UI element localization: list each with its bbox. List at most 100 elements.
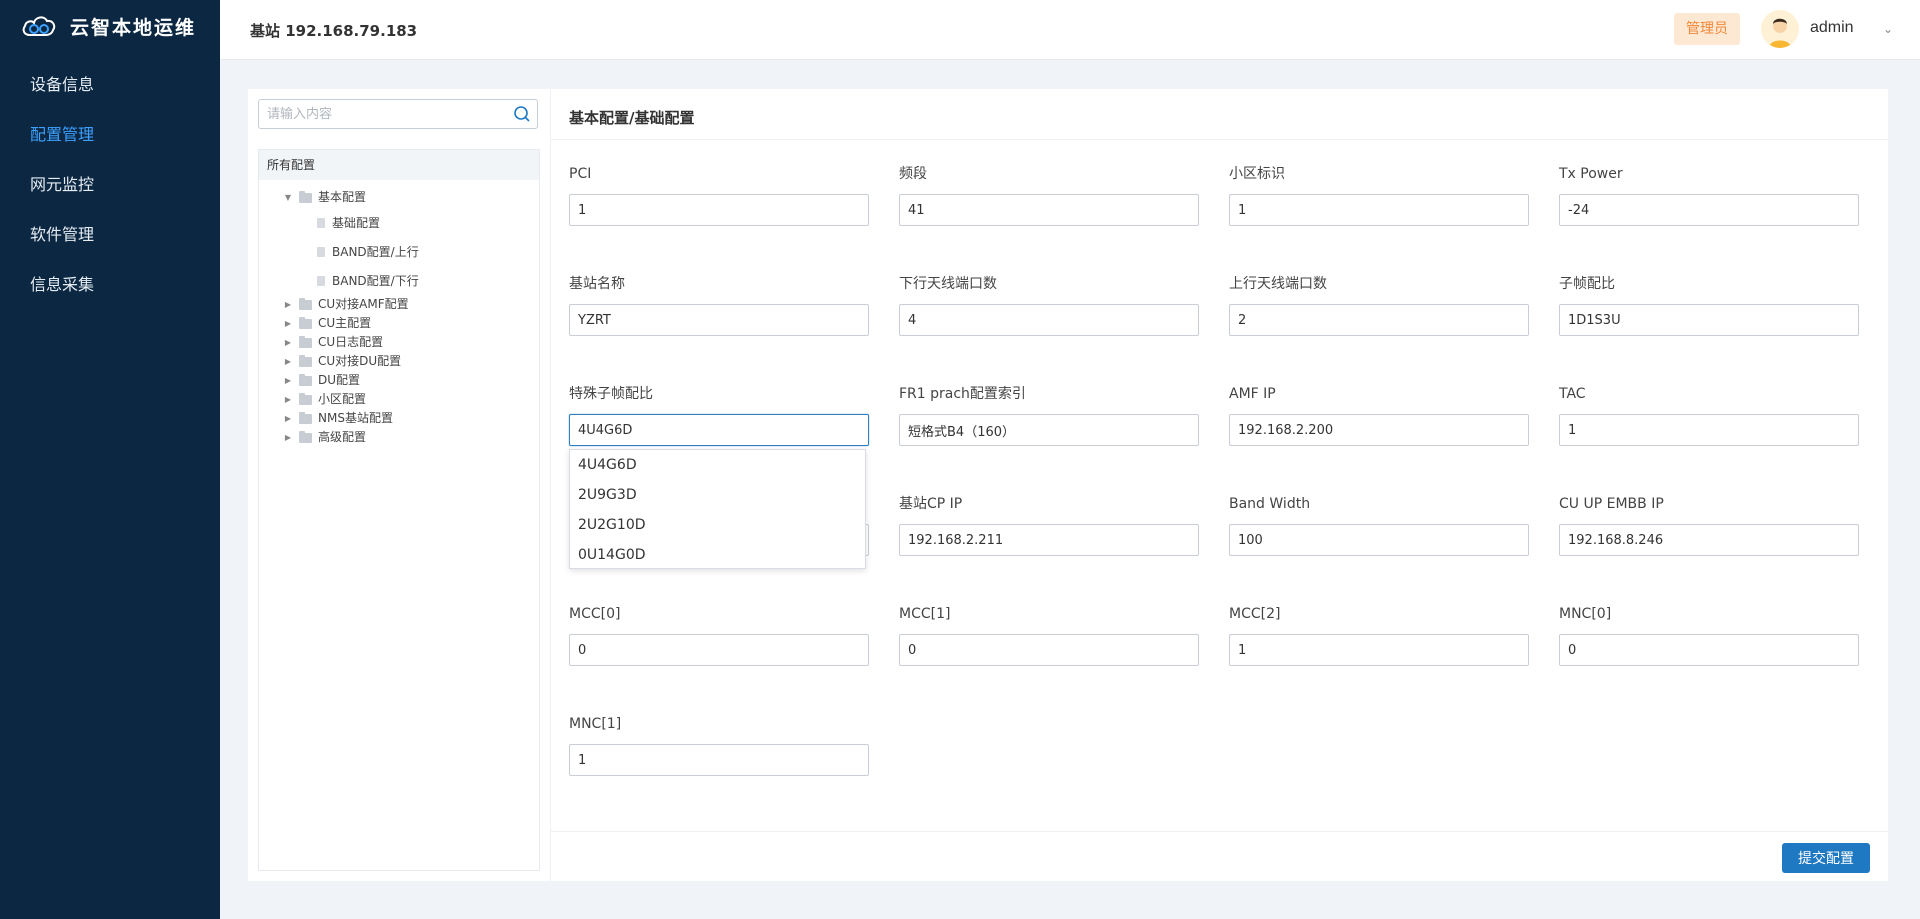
user-avatar-icon[interactable] — [1761, 10, 1799, 48]
tree-node-basic-settings[interactable]: 基础配置 — [259, 214, 539, 233]
field-dl-antenna-ports: 下行天线端口数 — [899, 274, 1199, 336]
submit-config-button[interactable]: 提交配置 — [1782, 843, 1870, 873]
field-label: CU UP EMBB IP — [1559, 496, 1664, 512]
caret-right-icon[interactable]: ▶ — [283, 314, 293, 333]
field-special-subframe-ratio: 特殊子帧配比 — [569, 384, 869, 446]
folder-icon — [299, 317, 312, 329]
sidebar-item-software-management[interactable]: 软件管理 — [0, 210, 220, 260]
tx-power-input[interactable] — [1559, 194, 1859, 226]
caret-right-icon[interactable]: ▶ — [283, 409, 293, 428]
folder-icon — [299, 412, 312, 424]
tree-node-band-uplink[interactable]: BAND配置/上行 — [259, 243, 539, 262]
dropdown-option[interactable]: 2U9G3D — [570, 480, 865, 510]
tree-node-band-downlink[interactable]: BAND配置/下行 — [259, 272, 539, 291]
tree-node-du[interactable]: ▶ DU配置 — [259, 371, 539, 390]
username[interactable]: admin — [1810, 19, 1854, 37]
subframe-ratio-input[interactable] — [1559, 304, 1859, 336]
chevron-down-icon[interactable]: ⌄ — [1883, 22, 1893, 36]
field-cp-ip: 基站CP IP — [899, 494, 1199, 556]
breadcrumb: 基本配置/基础配置 — [569, 109, 695, 127]
tree-node-basic-config[interactable]: ▼ 基本配置 — [259, 188, 539, 207]
field-mcc1: MCC[1] — [899, 604, 1199, 666]
field-label: FR1 prach配置索引 — [899, 386, 1026, 402]
field-amf-ip: AMF IP — [1229, 384, 1529, 446]
field-subframe-ratio: 子帧配比 — [1559, 274, 1859, 336]
field-label: 基站CP IP — [899, 496, 963, 512]
tree-node-cu-du[interactable]: ▶ CU对接DU配置 — [259, 352, 539, 371]
page-title: 基站 192.168.79.183 — [250, 22, 418, 40]
caret-down-icon[interactable]: ▼ — [283, 188, 293, 207]
tree-node-label: 高级配置 — [318, 430, 367, 444]
mcc0-input[interactable] — [569, 634, 869, 666]
mnc0-input[interactable] — [1559, 634, 1859, 666]
field-station-name: 基站名称 — [569, 274, 869, 336]
top-header: 基站 192.168.79.183 管理员 admin ⌄ — [220, 0, 1920, 60]
dropdown-option[interactable]: 2U2G10D — [570, 510, 865, 540]
tree-node-cell[interactable]: ▶ 小区配置 — [259, 390, 539, 409]
mcc1-input[interactable] — [899, 634, 1199, 666]
field-label: 频段 — [899, 166, 927, 182]
bandwidth-input[interactable] — [1229, 524, 1529, 556]
tree-node-label: BAND配置/上行 — [332, 245, 419, 259]
cell-id-input[interactable] — [1229, 194, 1529, 226]
tree-node-label: 基础配置 — [332, 216, 381, 230]
tree-node-cu-log[interactable]: ▶ CU日志配置 — [259, 333, 539, 352]
caret-right-icon[interactable]: ▶ — [283, 352, 293, 371]
field-tac: TAC — [1559, 384, 1859, 446]
sidebar: 云智本地运维 设备信息 配置管理 网元监控 软件管理 信息采集 — [0, 0, 220, 919]
folder-icon — [299, 298, 312, 310]
tree-node-cu-amf[interactable]: ▶ CU对接AMF配置 — [259, 295, 539, 314]
sidebar-item-ne-monitor[interactable]: 网元监控 — [0, 160, 220, 210]
special-subframe-ratio-select[interactable] — [569, 414, 869, 446]
tree-node-label: CU日志配置 — [318, 335, 384, 349]
tree-node-advanced[interactable]: ▶ 高级配置 — [259, 428, 539, 447]
prach-index-input[interactable] — [899, 414, 1199, 446]
field-label: MNC[0] — [1559, 606, 1612, 622]
band-input[interactable] — [899, 194, 1199, 226]
field-label: Tx Power — [1559, 166, 1623, 182]
caret-right-icon[interactable]: ▶ — [283, 295, 293, 314]
file-icon — [317, 276, 325, 286]
folder-icon — [299, 336, 312, 348]
tree-node-cu-main[interactable]: ▶ CU主配置 — [259, 314, 539, 333]
pci-input[interactable] — [569, 194, 869, 226]
caret-right-icon[interactable]: ▶ — [283, 390, 293, 409]
tree-node-nms[interactable]: ▶ NMS基站配置 — [259, 409, 539, 428]
sidebar-item-info-collection[interactable]: 信息采集 — [0, 260, 220, 310]
ul-antenna-ports-input[interactable] — [1229, 304, 1529, 336]
field-label: MCC[2] — [1229, 606, 1281, 622]
tree-root[interactable]: 所有配置 — [259, 150, 539, 180]
tree-search-input[interactable] — [259, 100, 503, 128]
field-tx-power: Tx Power — [1559, 164, 1859, 226]
dl-antenna-ports-input[interactable] — [899, 304, 1199, 336]
field-label: PCI — [569, 166, 592, 182]
sidebar-item-device-info[interactable]: 设备信息 — [0, 60, 220, 110]
mnc1-input[interactable] — [569, 744, 869, 776]
caret-right-icon[interactable]: ▶ — [283, 428, 293, 447]
cp-ip-input[interactable] — [899, 524, 1199, 556]
sidebar-item-config-management[interactable]: 配置管理 — [0, 110, 220, 160]
divider — [551, 831, 1889, 832]
tree-node-label: BAND配置/下行 — [332, 274, 419, 288]
divider — [551, 139, 1889, 140]
search-icon[interactable] — [513, 105, 531, 123]
cu-up-embb-ip-input[interactable] — [1559, 524, 1859, 556]
dropdown-option[interactable]: 4U4G6D — [570, 450, 865, 480]
amf-ip-input[interactable] — [1229, 414, 1529, 446]
tree-node-label: CU对接DU配置 — [318, 354, 402, 368]
dropdown-option[interactable]: 0U14G0D — [570, 540, 865, 570]
tree-node-label: NMS基站配置 — [318, 411, 393, 425]
tac-input[interactable] — [1559, 414, 1859, 446]
config-tree-panel: 所有配置 ▼ 基本配置 基础配置 BAND配置/上行 BAND配置/下行 ▶ C… — [248, 89, 550, 881]
field-label: TAC — [1559, 386, 1586, 402]
caret-right-icon[interactable]: ▶ — [283, 333, 293, 352]
field-label: 小区标识 — [1229, 166, 1285, 182]
caret-right-icon[interactable]: ▶ — [283, 371, 293, 390]
station-name-input[interactable] — [569, 304, 869, 336]
field-pci: PCI — [569, 164, 869, 226]
mcc2-input[interactable] — [1229, 634, 1529, 666]
field-mnc1: MNC[1] — [569, 714, 869, 776]
config-tree: 所有配置 ▼ 基本配置 基础配置 BAND配置/上行 BAND配置/下行 ▶ C… — [258, 149, 540, 871]
field-bandwidth: Band Width — [1229, 494, 1529, 556]
field-label: 子帧配比 — [1559, 276, 1615, 292]
